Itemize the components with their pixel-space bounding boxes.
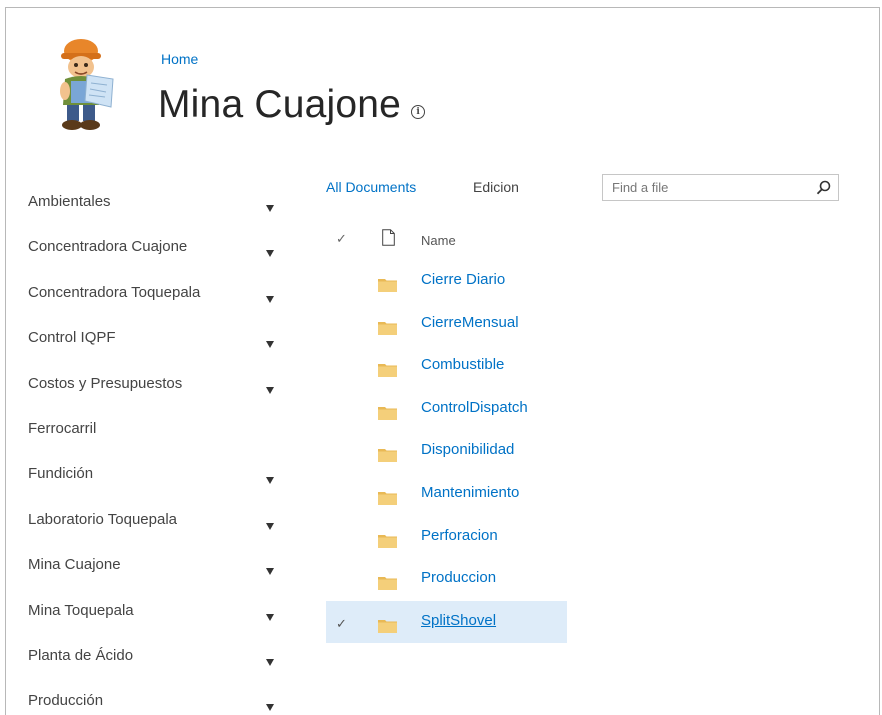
folder-name-link[interactable]: Disponibilidad xyxy=(421,441,514,458)
expand-caret-icon[interactable] xyxy=(266,477,274,485)
expand-caret-icon[interactable] xyxy=(266,613,274,621)
folder-icon xyxy=(378,619,397,633)
site-title-row: Mina Cuajone i xyxy=(158,80,426,130)
list-item[interactable]: ControlDispatch xyxy=(326,388,567,431)
expand-caret-icon[interactable] xyxy=(266,568,274,576)
nav-item[interactable]: Control IQPF xyxy=(28,319,288,364)
nav-item[interactable]: Concentradora Cuajone xyxy=(28,228,288,273)
expand-caret-icon[interactable] xyxy=(266,295,274,303)
nav-item[interactable]: Mina Toquepala xyxy=(28,592,288,637)
nav-item[interactable]: Fundición xyxy=(28,455,288,500)
nav-item-label[interactable]: Fundición xyxy=(28,465,93,482)
nav-item-label[interactable]: Mina Cuajone xyxy=(28,556,121,573)
search-box xyxy=(602,174,839,201)
folder-icon xyxy=(378,406,397,420)
row-checkmark-icon[interactable]: ✓ xyxy=(336,616,347,632)
search-icon[interactable] xyxy=(816,180,831,195)
folder-icon xyxy=(378,364,397,378)
folder-icon xyxy=(378,577,397,591)
folder-name-link[interactable]: Perforacion xyxy=(421,527,498,544)
nav-item-label[interactable]: Ambientales xyxy=(28,193,111,210)
list-item[interactable]: Mantenimiento xyxy=(326,473,567,516)
folder-name-link[interactable]: Mantenimiento xyxy=(421,484,519,501)
folder-icon xyxy=(378,321,397,335)
folder-name-link[interactable]: Combustible xyxy=(421,356,504,373)
column-header-name[interactable]: Name xyxy=(421,233,456,248)
quick-launch-nav: Ambientales Concentradora Cuajone Concentr… xyxy=(28,183,288,715)
expand-caret-icon[interactable] xyxy=(266,250,274,258)
nav-item-label[interactable]: Ferrocarril xyxy=(28,420,96,437)
list-item[interactable]: Disponibilidad xyxy=(326,430,567,473)
nav-item[interactable]: Ferrocarril xyxy=(28,410,288,455)
folder-name-link[interactable]: ControlDispatch xyxy=(421,399,528,416)
folder-name-link[interactable]: CierreMensual xyxy=(421,314,519,331)
nav-item[interactable]: Laboratorio Toquepala xyxy=(28,501,288,546)
nav-item-label[interactable]: Control IQPF xyxy=(28,329,116,346)
site-title[interactable]: Mina Cuajone xyxy=(158,80,401,130)
folder-name-link[interactable]: SplitShovel xyxy=(421,612,496,629)
expand-caret-icon[interactable] xyxy=(266,341,274,349)
expand-caret-icon[interactable] xyxy=(266,522,274,530)
breadcrumb-home-link[interactable]: Home xyxy=(161,51,198,67)
folder-name-link[interactable]: Cierre Diario xyxy=(421,271,505,288)
expand-caret-icon[interactable] xyxy=(266,704,274,712)
expand-caret-icon[interactable] xyxy=(266,658,274,666)
list-item[interactable]: ✓ SplitShovel xyxy=(326,600,567,644)
select-all-checkmark[interactable]: ✓ xyxy=(336,231,347,247)
list-item[interactable]: CierreMensual xyxy=(326,303,567,346)
nav-item[interactable]: Costos y Presupuestos xyxy=(28,365,288,410)
list-item[interactable]: Cierre Diario xyxy=(326,260,567,303)
nav-item-label[interactable]: Costos y Presupuestos xyxy=(28,375,182,392)
nav-item-label[interactable]: Planta de Ácido xyxy=(28,647,133,664)
folder-icon xyxy=(378,491,397,505)
info-icon[interactable]: i xyxy=(411,105,426,119)
nav-item[interactable]: Planta de Ácido xyxy=(28,637,288,682)
list-item[interactable]: Perforacion xyxy=(326,516,567,559)
page-frame: Home Mina Cuajone i Ambientales Concentra… xyxy=(5,7,880,715)
list-header: ✓ Name xyxy=(326,228,567,256)
document-list: Cierre Diario CierreMensual Combustible Con… xyxy=(326,260,567,644)
nav-item[interactable]: Mina Cuajone xyxy=(28,546,288,591)
nav-item-label[interactable]: Mina Toquepala xyxy=(28,602,134,619)
nav-item[interactable]: Producción xyxy=(28,682,288,715)
nav-item[interactable]: Ambientales xyxy=(28,183,288,228)
folder-name-link[interactable]: Produccion xyxy=(421,569,496,586)
view-edicion[interactable]: Edicion xyxy=(473,179,519,195)
nav-item[interactable]: Concentradora Toquepala xyxy=(28,274,288,319)
nav-item-label[interactable]: Laboratorio Toquepala xyxy=(28,511,177,528)
list-item[interactable]: Combustible xyxy=(326,345,567,388)
nav-item-label[interactable]: Concentradora Cuajone xyxy=(28,238,187,255)
folder-icon xyxy=(378,279,397,292)
expand-caret-icon[interactable] xyxy=(266,205,274,212)
list-item[interactable]: Produccion xyxy=(326,558,567,601)
view-all-documents[interactable]: All Documents xyxy=(326,179,416,195)
folder-icon xyxy=(378,449,397,463)
nav-item-label[interactable]: Concentradora Toquepala xyxy=(28,284,200,301)
site-logo[interactable] xyxy=(53,35,119,133)
nav-item-label[interactable]: Producción xyxy=(28,692,103,709)
folder-icon xyxy=(378,534,397,548)
document-type-icon xyxy=(382,229,395,246)
search-input[interactable] xyxy=(603,175,817,200)
expand-caret-icon[interactable] xyxy=(266,386,274,394)
